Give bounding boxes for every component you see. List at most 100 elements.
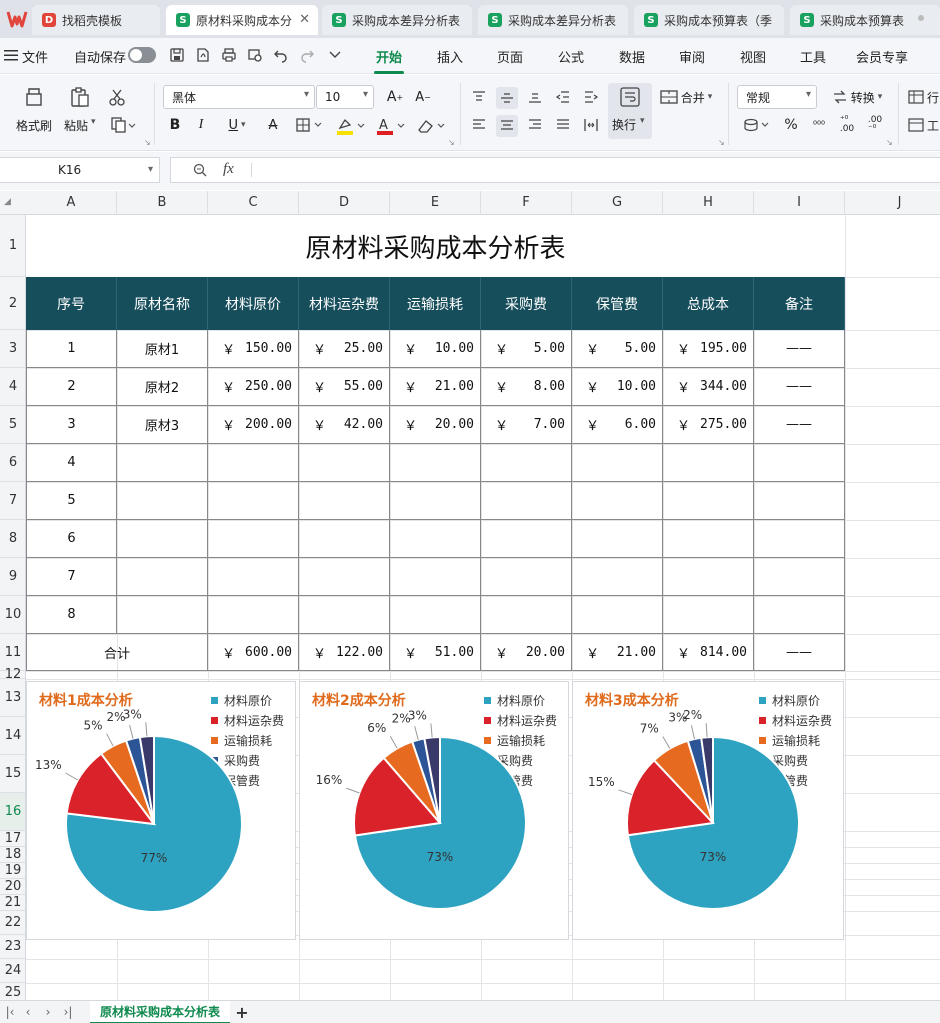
font-dialog-launcher-icon[interactable]: ↘	[448, 138, 455, 147]
menu-tab[interactable]: 开始	[373, 47, 405, 74]
currency-format-icon[interactable]	[742, 115, 772, 135]
convert-button[interactable]: 转换 ▾	[826, 87, 888, 107]
row-header[interactable]: 18	[0, 847, 25, 863]
last-sheet-icon[interactable]: ›|	[60, 1003, 76, 1021]
row-header[interactable]: 8	[0, 520, 25, 558]
number-dialog-launcher-icon[interactable]: ↘	[886, 138, 893, 147]
table-cell-no[interactable]: 6	[26, 520, 117, 558]
currency-cell[interactable]: ￥ 344.00	[663, 368, 754, 406]
save-icon[interactable]	[168, 46, 186, 64]
currency-cell[interactable]	[390, 596, 481, 634]
currency-cell[interactable]: ￥ 10.00	[572, 368, 663, 406]
align-bottom-icon[interactable]	[524, 87, 546, 107]
pie-chart[interactable]: 材料1成本分析 材料原价 材料运杂费 运输损耗 采购费 保管费 77% 13% 5% 2% 3%	[26, 681, 296, 940]
next-sheet-icon[interactable]: ›	[40, 1003, 56, 1021]
column-header[interactable]: C	[208, 191, 299, 215]
currency-cell[interactable]	[481, 444, 572, 482]
font-name-chevron-down-icon[interactable]: ▾	[304, 89, 309, 100]
document-tab[interactable]: S 原材料采购成本分 ✕	[166, 5, 318, 35]
increase-font-size-icon[interactable]: A +	[384, 87, 406, 107]
row-header[interactable]: 14	[0, 717, 25, 755]
currency-cell[interactable]	[572, 558, 663, 596]
currency-cell[interactable]: ￥ 51.00	[390, 634, 481, 671]
table-header-cell[interactable]: 序号	[26, 277, 117, 330]
decrease-font-size-icon[interactable]: A −	[412, 87, 434, 107]
wps-logo-icon[interactable]	[6, 9, 28, 29]
print-icon[interactable]	[220, 46, 238, 64]
row-col-button[interactable]: 行	[908, 87, 940, 107]
currency-cell[interactable]: ￥ 275.00	[663, 406, 754, 444]
currency-cell[interactable]: ￥ 250.00	[208, 368, 299, 406]
pie-chart[interactable]: 材料3成本分析 材料原价 材料运杂费 运输损耗 采购费 保管费 73% 15% 7% 3% 2%	[572, 681, 844, 940]
row-header[interactable]: 5	[0, 406, 25, 444]
sheet-tab-active[interactable]: 原材料采购成本分析表	[90, 1001, 230, 1023]
fill-color-icon[interactable]	[334, 115, 368, 137]
row-header[interactable]: 17	[0, 831, 25, 847]
currency-cell[interactable]	[390, 482, 481, 520]
currency-cell[interactable]: ￥ 8.00	[481, 368, 572, 406]
menu-tab[interactable]: 会员专享	[856, 47, 908, 66]
column-header[interactable]: H	[663, 191, 754, 215]
italic-icon[interactable]: I	[190, 115, 212, 135]
name-box-chevron-down-icon[interactable]: ▾	[148, 164, 153, 175]
currency-cell[interactable]	[481, 482, 572, 520]
table-title[interactable]: 原材料采购成本分析表	[26, 215, 845, 277]
row-header[interactable]: 12	[0, 667, 25, 682]
paste-icon[interactable]	[68, 85, 92, 109]
row-header[interactable]: 13	[0, 679, 25, 717]
column-header[interactable]: B	[117, 191, 208, 215]
row-header[interactable]: 1	[0, 215, 25, 277]
currency-cell[interactable]	[208, 520, 299, 558]
table-cell-no[interactable]: 7	[26, 558, 117, 596]
table-cell-name[interactable]	[117, 520, 208, 558]
underline-icon[interactable]: U ▾	[222, 115, 252, 135]
table-cell-name[interactable]: 原材3	[117, 406, 208, 444]
add-sheet-icon[interactable]: +	[234, 1003, 250, 1022]
justify-icon[interactable]	[552, 115, 574, 135]
table-cell-note[interactable]	[754, 596, 845, 634]
currency-cell[interactable]: ￥ 25.00	[299, 330, 390, 368]
table-cell-note[interactable]: ——	[754, 368, 845, 406]
currency-cell[interactable]: ￥ 200.00	[208, 406, 299, 444]
table-cell-name[interactable]: 原材2	[117, 368, 208, 406]
total-note[interactable]: ——	[754, 634, 845, 671]
align-center-icon[interactable]	[496, 115, 518, 137]
currency-cell[interactable]	[481, 520, 572, 558]
font-size-chevron-down-icon[interactable]: ▾	[363, 89, 368, 100]
bold-icon[interactable]: B	[164, 115, 186, 135]
currency-cell[interactable]	[390, 558, 481, 596]
menu-tab[interactable]: 工具	[800, 47, 826, 66]
table-cell-note[interactable]	[754, 482, 845, 520]
currency-cell[interactable]	[572, 596, 663, 634]
strikethrough-icon[interactable]: A	[262, 115, 284, 135]
total-label[interactable]: 合计	[26, 634, 208, 671]
column-header[interactable]: J	[845, 191, 940, 215]
table-cell-name[interactable]	[117, 482, 208, 520]
row-header[interactable]: 10	[0, 596, 25, 634]
currency-cell[interactable]: ￥ 600.00	[208, 634, 299, 671]
close-tab-icon[interactable]: ✕	[299, 12, 310, 27]
table-cell-no[interactable]: 4	[26, 444, 117, 482]
merge-button[interactable]: 合并 ▾	[656, 87, 716, 107]
table-cell-no[interactable]: 8	[26, 596, 117, 634]
percent-style-icon[interactable]: %	[780, 115, 802, 135]
currency-cell[interactable]	[208, 596, 299, 634]
row-header[interactable]: 3	[0, 330, 25, 368]
prev-sheet-icon[interactable]: ‹	[20, 1003, 36, 1021]
undo-icon[interactable]	[272, 46, 290, 64]
paste-chevron-down-icon[interactable]: ▾	[91, 117, 96, 127]
wrap-chevron-down-icon[interactable]: ▾	[640, 116, 645, 126]
document-tab[interactable]: S 采购成本差异分析表	[478, 5, 628, 35]
currency-cell[interactable]: ￥ 6.00	[572, 406, 663, 444]
export-pdf-icon[interactable]	[194, 46, 212, 64]
table-cell-note[interactable]	[754, 520, 845, 558]
menu-hamburger-icon[interactable]	[2, 46, 20, 64]
worksheet-grid[interactable]: 原材料采购成本分析表 序号 原材名称 材料原价 材料运杂费 运输损耗 采购费 保管费 总成本 备注…	[26, 215, 940, 1000]
print-preview-icon[interactable]	[246, 46, 264, 64]
menu-tab[interactable]: 视图	[740, 47, 766, 66]
fx-icon[interactable]: fx	[223, 161, 234, 178]
menu-tab[interactable]: 插入	[437, 47, 463, 66]
currency-cell[interactable]	[390, 444, 481, 482]
copy-icon[interactable]	[108, 115, 138, 135]
currency-cell[interactable]	[663, 444, 754, 482]
